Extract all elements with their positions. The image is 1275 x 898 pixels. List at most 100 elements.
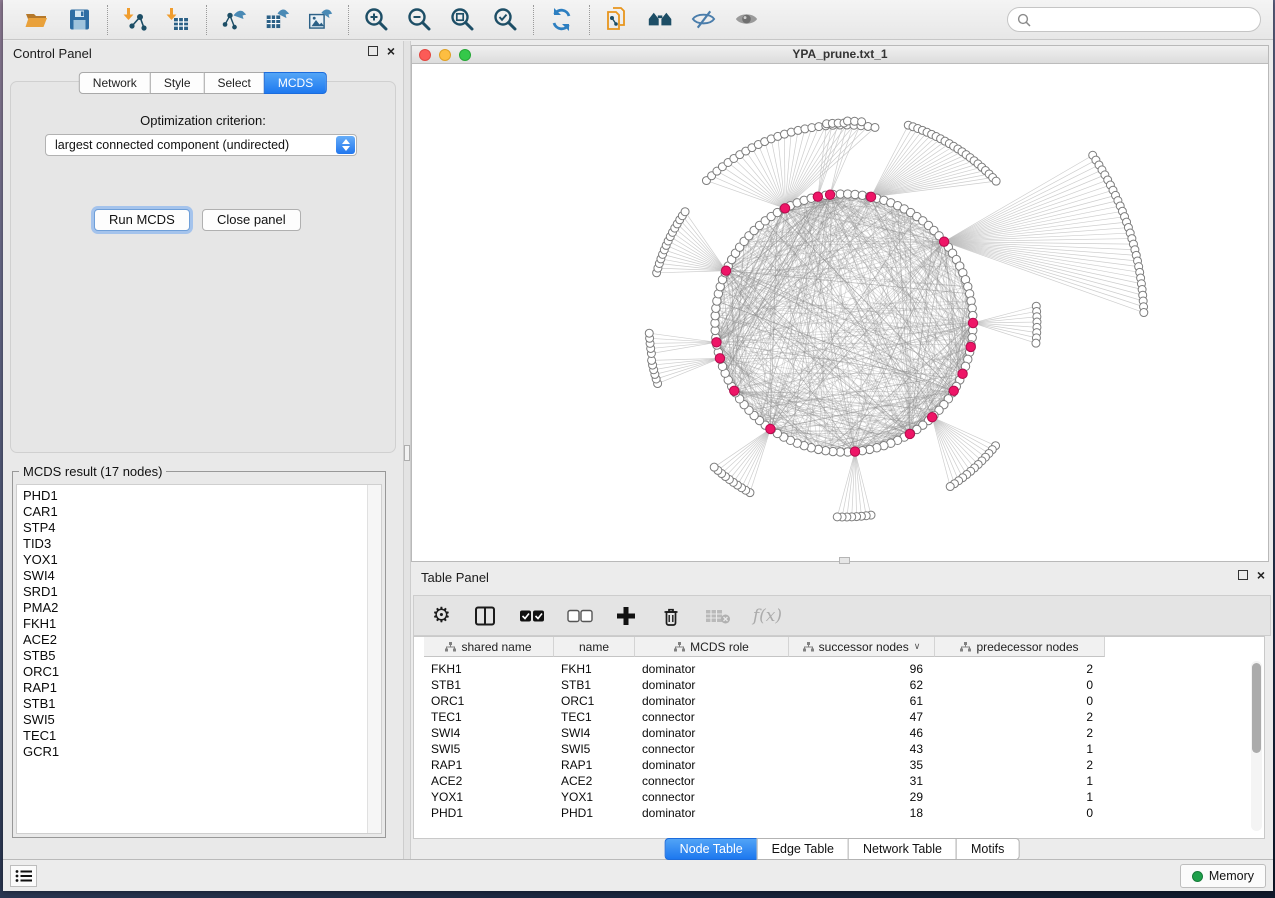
table-row[interactable]: STB1STB1dominator620 xyxy=(414,677,1105,693)
close-window-icon[interactable] xyxy=(419,49,431,61)
cell: YOX1 xyxy=(424,789,554,805)
tab-network-table[interactable]: Network Table xyxy=(848,838,957,860)
run-mcds-button[interactable]: Run MCDS xyxy=(94,209,190,231)
zoom-selected-icon[interactable] xyxy=(492,6,519,33)
network-view-titlebar: YPA_prune.txt_1 xyxy=(412,46,1268,64)
mcds-result-item: SWI4 xyxy=(17,568,381,584)
table-row[interactable]: PHD1PHD1dominator180 xyxy=(414,805,1105,821)
zoom-in-icon[interactable] xyxy=(363,6,390,33)
tab-edge-table[interactable]: Edge Table xyxy=(757,838,849,860)
table-row[interactable]: RAP1RAP1dominator352 xyxy=(414,757,1105,773)
save-session-icon[interactable] xyxy=(66,6,93,33)
column-header-predecessor-nodes[interactable]: predecessor nodes xyxy=(935,637,1105,657)
column-header-MCDS-role[interactable]: MCDS role xyxy=(635,637,789,657)
zoom-group xyxy=(349,6,533,33)
export-network-icon[interactable] xyxy=(221,6,248,33)
float-panel-icon[interactable] xyxy=(1238,570,1248,580)
column-header-name[interactable]: name xyxy=(554,637,635,657)
table-row[interactable]: SWI5SWI5connector431 xyxy=(414,741,1105,757)
cell: ACE2 xyxy=(554,773,635,789)
control-panel-tabs: NetworkStyleSelectMCDS xyxy=(79,72,327,94)
tab-style[interactable]: Style xyxy=(150,72,205,94)
show-details-icon[interactable] xyxy=(733,6,760,33)
search-box[interactable] xyxy=(1007,7,1261,32)
maximize-window-icon[interactable] xyxy=(459,49,471,61)
memory-button[interactable]: Memory xyxy=(1180,864,1266,888)
export-group xyxy=(207,6,348,33)
mcds-list-scrollbar[interactable] xyxy=(367,485,381,833)
network-canvas[interactable] xyxy=(412,64,1268,561)
cell: FKH1 xyxy=(424,661,554,677)
cell: SWI4 xyxy=(554,725,635,741)
task-list-icon xyxy=(15,869,33,883)
table-row[interactable]: ORC1ORC1dominator610 xyxy=(414,693,1105,709)
table-row[interactable]: YOX1YOX1connector291 xyxy=(414,789,1105,805)
cell: 2 xyxy=(935,725,1105,741)
criterion-dropdown[interactable]: largest connected component (undirected) xyxy=(45,134,357,156)
mcds-result-item: STP4 xyxy=(17,520,381,536)
network-title: YPA_prune.txt_1 xyxy=(412,46,1268,63)
close-panel-icon[interactable]: × xyxy=(1257,570,1265,580)
refresh-layout-icon[interactable] xyxy=(548,6,575,33)
table-row[interactable]: FKH1FKH1dominator962 xyxy=(414,661,1105,677)
zoom-out-icon[interactable] xyxy=(406,6,433,33)
splitter-handle[interactable] xyxy=(404,445,410,461)
select-all-icon[interactable] xyxy=(519,603,545,629)
table-row[interactable]: SWI4SWI4dominator462 xyxy=(414,725,1105,741)
deselect-all-icon[interactable] xyxy=(567,603,593,629)
tab-mcds[interactable]: MCDS xyxy=(264,72,327,94)
import-network-icon[interactable] xyxy=(122,6,149,33)
cell: ORC1 xyxy=(554,693,635,709)
mcds-result-item: YOX1 xyxy=(17,552,381,568)
table-row[interactable]: TEC1TEC1connector472 xyxy=(414,709,1105,725)
cell: RAP1 xyxy=(554,757,635,773)
vertical-splitter[interactable] xyxy=(403,41,411,859)
cell: 1 xyxy=(935,773,1105,789)
import-table-icon[interactable] xyxy=(165,6,192,33)
cell: 61 xyxy=(789,693,935,709)
mcds-result-item: TID3 xyxy=(17,536,381,552)
control-panel: Control Panel × NetworkStyleSelectMCDS O… xyxy=(3,41,403,859)
cell: TEC1 xyxy=(554,709,635,725)
tab-node-table[interactable]: Node Table xyxy=(665,838,758,860)
dropdown-stepper-icon xyxy=(336,136,355,154)
mcds-result-item: PHD1 xyxy=(17,488,381,504)
zoom-fit-icon[interactable] xyxy=(449,6,476,33)
cell: PHD1 xyxy=(424,805,554,821)
add-column-icon[interactable] xyxy=(615,603,637,629)
table-scrollbar[interactable] xyxy=(1251,661,1262,831)
network-file-icon[interactable] xyxy=(604,6,631,33)
tab-motifs[interactable]: Motifs xyxy=(956,838,1019,860)
show-column-icon[interactable] xyxy=(473,603,497,629)
minimize-window-icon[interactable] xyxy=(439,49,451,61)
close-panel-button[interactable]: Close panel xyxy=(202,209,301,231)
mcds-result-item: TEC1 xyxy=(17,728,381,744)
export-table-icon[interactable] xyxy=(264,6,291,33)
mcds-result-list[interactable]: PHD1CAR1STP4TID3YOX1SWI4SRD1PMA2FKH1ACE2… xyxy=(16,484,382,834)
hide-details-icon[interactable] xyxy=(690,6,717,33)
table-row[interactable]: ACE2ACE2connector311 xyxy=(414,773,1105,789)
search-input[interactable] xyxy=(1036,13,1251,27)
table-scrollbar-thumb[interactable] xyxy=(1252,663,1261,753)
float-panel-icon[interactable] xyxy=(368,46,378,56)
search-binoculars-icon[interactable] xyxy=(647,6,674,33)
table-settings-icon[interactable]: ⚙ xyxy=(432,603,451,629)
task-history-button[interactable] xyxy=(10,865,37,887)
cell: dominator xyxy=(635,677,789,693)
horizontal-splitter-handle[interactable] xyxy=(839,557,850,564)
cell: SWI5 xyxy=(554,741,635,757)
tab-network[interactable]: Network xyxy=(79,72,151,94)
status-bar: Memory xyxy=(3,859,1273,891)
tab-select[interactable]: Select xyxy=(204,72,265,94)
close-panel-icon[interactable]: × xyxy=(387,46,395,56)
cell: RAP1 xyxy=(424,757,554,773)
cell: 2 xyxy=(935,757,1105,773)
export-image-icon[interactable] xyxy=(307,6,334,33)
delete-column-icon[interactable] xyxy=(659,603,683,629)
column-header-successor-nodes[interactable]: successor nodes∨ xyxy=(789,637,935,657)
column-header-shared-name[interactable]: shared name xyxy=(424,637,554,657)
cell: 35 xyxy=(789,757,935,773)
open-file-icon[interactable] xyxy=(23,6,50,33)
cell: dominator xyxy=(635,805,789,821)
mcds-result-item: FKH1 xyxy=(17,616,381,632)
